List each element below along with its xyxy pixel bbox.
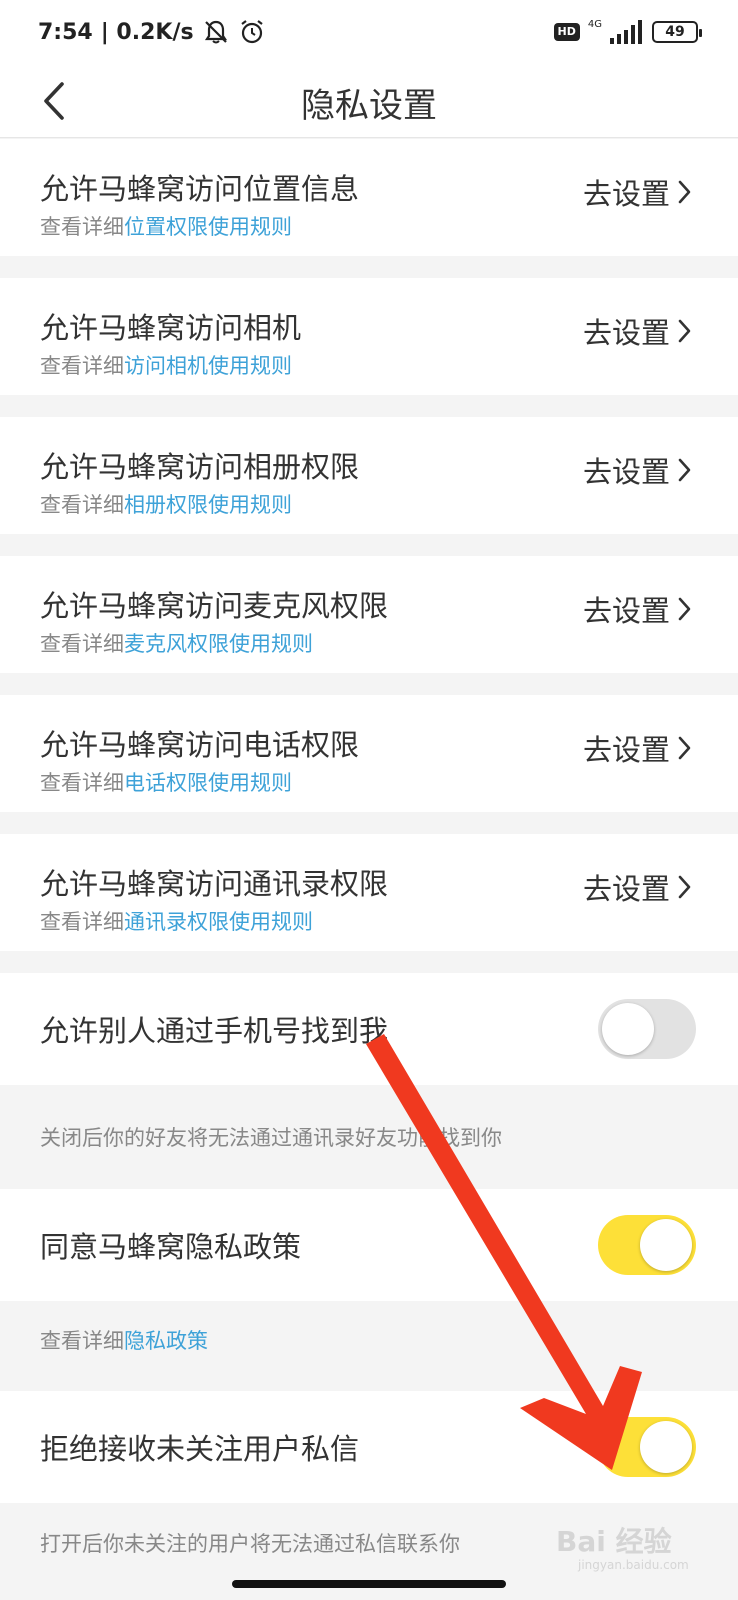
home-indicator[interactable] [232,1580,506,1588]
go-settings-button[interactable]: 去设置 [583,171,694,213]
toggle-label: 允许别人通过手机号找到我 [40,1014,389,1048]
alarm-clock-icon [240,20,263,44]
toggle-row-reject-messages: 拒绝接收未关注用户私信 [0,1391,738,1503]
chevron-right-icon [678,319,691,343]
switch-knob [602,1003,654,1055]
switch-knob [640,1421,692,1473]
switch-knob [640,1219,692,1271]
permission-row-location[interactable]: 允许马蜂窝访问位置信息 查看详细位置权限使用规则 去设置 [0,139,738,256]
detail-prefix: 查看详细 [40,910,124,934]
note-text: 关闭后你的好友将无法通过通讯录好友功能找到你 [40,1126,502,1150]
battery-level: 49 [665,24,685,40]
detail-prefix: 查看详细 [40,215,124,239]
detail-prefix: 查看详细 [40,632,124,656]
permission-detail: 查看详细位置权限使用规则 [40,211,292,241]
permission-detail: 查看详细相册权限使用规则 [40,489,292,519]
reject-messages-note: 打开后你未关注的用户将无法通过私信联系你 [40,1528,460,1558]
permission-title: 允许马蜂窝访问位置信息 [40,172,360,206]
rule-link[interactable]: 相册权限使用规则 [124,493,292,517]
status-speed: | 0.2K/s [100,19,194,45]
go-settings-label: 去设置 [582,872,670,906]
toggle-row-privacy-policy: 同意马蜂窝隐私政策 [0,1189,738,1301]
go-settings-label: 去设置 [582,316,670,350]
nav-bar: 隐私设置 [0,64,738,138]
permission-title: 允许马蜂窝访问通讯录权限 [40,867,389,901]
permission-row-contacts[interactable]: 允许马蜂窝访问通讯录权限 查看详细通讯录权限使用规则 去设置 [0,834,738,951]
battery-icon: 49 [652,21,702,43]
find-by-phone-note: 关闭后你的好友将无法通过通讯录好友功能找到你 [40,1122,502,1152]
chevron-right-icon [678,180,691,204]
go-settings-button[interactable]: 去设置 [583,449,694,491]
reject-messages-switch[interactable] [598,1417,696,1477]
status-right: HD 4G 49 [553,16,702,48]
baidu-watermark-logo: Bai 经验 jingyan.baidu.com [556,1520,706,1584]
permission-title: 允许马蜂窝访问相册权限 [40,450,360,484]
permission-detail: 查看详细麦克风权限使用规则 [40,628,313,658]
rule-link[interactable]: 通讯录权限使用规则 [124,910,313,934]
permission-row-microphone[interactable]: 允许马蜂窝访问麦克风权限 查看详细麦克风权限使用规则 去设置 [0,556,738,673]
detail-prefix: 查看详细 [40,771,124,795]
note-text: 打开后你未关注的用户将无法通过私信联系你 [40,1532,460,1556]
detail-prefix: 查看详细 [40,354,124,378]
toggle-row-find-by-phone: 允许别人通过手机号找到我 [0,973,738,1085]
rule-link[interactable]: 麦克风权限使用规则 [124,632,313,656]
signal-icon [610,20,642,44]
page-title: 隐私设置 [301,86,437,126]
go-settings-label: 去设置 [582,177,670,211]
rule-link[interactable]: 访问相机使用规则 [124,354,292,378]
go-settings-label: 去设置 [582,594,670,628]
find-by-phone-switch[interactable] [598,999,696,1059]
toggle-label: 同意马蜂窝隐私政策 [40,1230,302,1264]
note-text: 查看详细 [40,1329,124,1353]
go-settings-button[interactable]: 去设置 [583,727,694,769]
permission-detail: 查看详细电话权限使用规则 [40,767,292,797]
chevron-right-icon [678,736,691,760]
hd-badge: HD [553,23,580,41]
mute-bell-icon [204,20,227,44]
chevron-right-icon [678,875,691,899]
watermark-sub: jingyan.baidu.com [578,1558,689,1572]
network-type: 4G [587,18,602,30]
permission-title: 允许马蜂窝访问电话权限 [40,728,360,762]
detail-prefix: 查看详细 [40,493,124,517]
rule-link[interactable]: 电话权限使用规则 [124,771,292,795]
go-settings-button[interactable]: 去设置 [583,866,694,908]
status-time: 7:54 [38,19,93,45]
permission-detail: 查看详细访问相机使用规则 [40,350,292,380]
permission-row-phone[interactable]: 允许马蜂窝访问电话权限 查看详细电话权限使用规则 去设置 [0,695,738,812]
permission-detail: 查看详细通讯录权限使用规则 [40,906,313,936]
status-left: 7:54 | 0.2K/s [38,16,266,48]
privacy-policy-switch[interactable] [598,1215,696,1275]
go-settings-label: 去设置 [582,455,670,489]
status-bar: 7:54 | 0.2K/s HD 4G 49 [0,0,738,64]
go-settings-button[interactable]: 去设置 [583,310,694,352]
chevron-right-icon [678,458,691,482]
rule-link[interactable]: 位置权限使用规则 [124,215,292,239]
permission-title: 允许马蜂窝访问麦克风权限 [40,589,389,623]
permission-title: 允许马蜂窝访问相机 [40,311,302,345]
privacy-policy-link[interactable]: 隐私政策 [124,1329,208,1353]
go-settings-button[interactable]: 去设置 [583,588,694,630]
permission-row-camera[interactable]: 允许马蜂窝访问相机 查看详细访问相机使用规则 去设置 [0,278,738,395]
privacy-policy-note: 查看详细隐私政策 [40,1325,208,1355]
watermark-main: Bai 经验 [556,1525,672,1558]
chevron-right-icon [678,597,691,621]
go-settings-label: 去设置 [582,733,670,767]
toggle-label: 拒绝接收未关注用户私信 [40,1432,360,1466]
permission-row-album[interactable]: 允许马蜂窝访问相册权限 查看详细相册权限使用规则 去设置 [0,417,738,534]
